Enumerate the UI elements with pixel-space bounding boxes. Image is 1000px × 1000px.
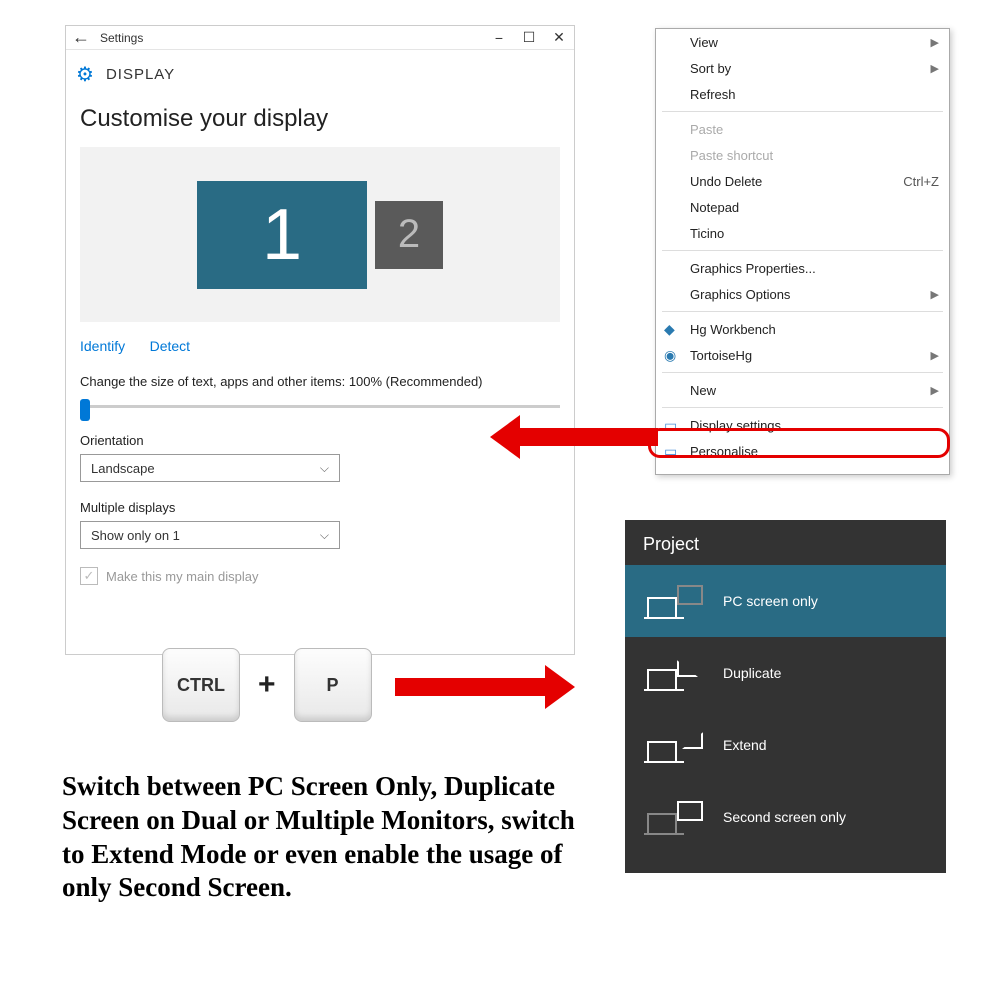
slider-track bbox=[80, 405, 560, 408]
scale-label: Change the size of text, apps and other … bbox=[80, 374, 560, 389]
project-option-label: Second screen only bbox=[723, 809, 846, 825]
context-menu-item: Paste shortcut bbox=[656, 142, 949, 168]
arrow-right-icon bbox=[395, 665, 575, 709]
context-item-label: Paste shortcut bbox=[690, 148, 773, 163]
keyboard-shortcut: CTRL + P bbox=[162, 648, 372, 722]
project-option-label: Duplicate bbox=[723, 665, 781, 681]
project-panel: Project PC screen only Duplicate Extend Sec… bbox=[625, 520, 946, 873]
monitor-2[interactable]: 2 bbox=[375, 201, 443, 269]
context-menu-item[interactable]: ◆ Hg Workbench bbox=[656, 316, 949, 342]
gear-icon: ⚙ bbox=[76, 62, 94, 87]
window-title: Settings bbox=[96, 31, 484, 45]
scale-slider[interactable] bbox=[80, 397, 560, 415]
key-p: P bbox=[294, 648, 372, 722]
project-option[interactable]: Second screen only bbox=[625, 781, 946, 853]
context-item-label: Refresh bbox=[690, 87, 736, 102]
context-item-label: Sort by bbox=[690, 61, 731, 76]
monitor-links: Identify Detect bbox=[80, 338, 560, 356]
context-menu-item: Paste bbox=[656, 116, 949, 142]
project-mode-icon bbox=[647, 585, 703, 617]
context-item-label: Undo Delete bbox=[690, 174, 762, 189]
separator bbox=[662, 111, 943, 112]
back-button[interactable]: ← bbox=[66, 27, 96, 48]
close-button[interactable]: ✕ bbox=[544, 29, 574, 46]
context-item-label: New bbox=[690, 383, 716, 398]
project-mode-icon bbox=[647, 801, 703, 833]
project-option[interactable]: Extend bbox=[625, 709, 946, 781]
page-header: ⚙ DISPLAY bbox=[66, 50, 574, 105]
context-menu: View ▶ Sort by ▶ Refresh Paste Paste shortcut U… bbox=[655, 28, 950, 475]
orientation-label: Orientation bbox=[80, 433, 560, 448]
context-menu-item[interactable]: View ▶ bbox=[656, 29, 949, 55]
tiny-icon-blue-icon: ◉ bbox=[664, 347, 676, 364]
separator bbox=[662, 250, 943, 251]
settings-body: Customise your display 1 2 Identify Dete… bbox=[66, 105, 574, 599]
project-option-label: Extend bbox=[723, 737, 767, 753]
chevron-down-icon: ⌵ bbox=[320, 528, 329, 543]
submenu-arrow-icon: ▶ bbox=[931, 384, 939, 397]
main-display-label: Make this my main display bbox=[106, 569, 258, 584]
identify-link[interactable]: Identify bbox=[80, 338, 125, 354]
separator bbox=[662, 372, 943, 373]
project-mode-icon bbox=[647, 729, 703, 761]
project-mode-icon bbox=[647, 657, 703, 689]
orientation-select[interactable]: Landscape ⌵ bbox=[80, 454, 340, 482]
titlebar: ← Settings − ☐ ✕ bbox=[66, 26, 574, 50]
orientation-value: Landscape bbox=[91, 461, 155, 476]
context-item-label: Graphics Options bbox=[690, 287, 790, 302]
main-display-row: ✓ Make this my main display bbox=[80, 567, 560, 585]
page-title: DISPLAY bbox=[106, 66, 175, 83]
context-item-label: Hg Workbench bbox=[690, 322, 776, 337]
submenu-arrow-icon: ▶ bbox=[931, 36, 939, 49]
settings-window: ← Settings − ☐ ✕ ⚙ DISPLAY Customise you… bbox=[65, 25, 575, 655]
context-item-label: Notepad bbox=[690, 200, 739, 215]
monitor-1[interactable]: 1 bbox=[197, 181, 367, 289]
detect-link[interactable]: Detect bbox=[150, 338, 190, 354]
context-menu-item[interactable]: Undo Delete Ctrl+Z bbox=[656, 168, 949, 194]
arrow-left-icon bbox=[490, 415, 660, 459]
context-menu-item[interactable]: New ▶ bbox=[656, 377, 949, 403]
chevron-down-icon: ⌵ bbox=[320, 461, 329, 476]
plus-icon: + bbox=[258, 668, 276, 702]
context-menu-item[interactable]: Graphics Properties... bbox=[656, 255, 949, 281]
context-item-label: Ticino bbox=[690, 226, 724, 241]
context-menu-item[interactable]: Refresh bbox=[656, 81, 949, 107]
context-menu-item[interactable]: Notepad bbox=[656, 194, 949, 220]
caption-text: Switch between PC Screen Only, Duplicate… bbox=[62, 770, 582, 905]
submenu-arrow-icon: ▶ bbox=[931, 62, 939, 75]
multiple-displays-label: Multiple displays bbox=[80, 500, 560, 515]
tiny-icon-blue-icon: ◆ bbox=[664, 321, 675, 338]
separator bbox=[662, 311, 943, 312]
context-menu-item[interactable]: ◉ TortoiseHg ▶ bbox=[656, 342, 949, 368]
context-item-label: Paste bbox=[690, 122, 723, 137]
project-option[interactable]: PC screen only bbox=[625, 565, 946, 637]
slider-thumb[interactable] bbox=[80, 399, 90, 421]
key-ctrl: CTRL bbox=[162, 648, 240, 722]
context-item-label: Graphics Properties... bbox=[690, 261, 816, 276]
highlight-ring bbox=[648, 428, 950, 458]
separator bbox=[662, 407, 943, 408]
context-item-label: TortoiseHg bbox=[690, 348, 752, 363]
minimize-button[interactable]: − bbox=[484, 30, 514, 46]
section-title: Customise your display bbox=[80, 105, 560, 133]
shortcut-label: Ctrl+Z bbox=[903, 174, 939, 189]
main-display-checkbox[interactable]: ✓ bbox=[80, 567, 98, 585]
project-option-label: PC screen only bbox=[723, 593, 818, 609]
context-item-label: View bbox=[690, 35, 718, 50]
project-title: Project bbox=[625, 520, 946, 565]
context-menu-item[interactable]: Sort by ▶ bbox=[656, 55, 949, 81]
maximize-button[interactable]: ☐ bbox=[514, 29, 544, 46]
multiple-displays-value: Show only on 1 bbox=[91, 528, 180, 543]
project-option[interactable]: Duplicate bbox=[625, 637, 946, 709]
context-menu-item[interactable]: Ticino bbox=[656, 220, 949, 246]
monitor-layout[interactable]: 1 2 bbox=[80, 147, 560, 322]
context-menu-item[interactable]: Graphics Options ▶ bbox=[656, 281, 949, 307]
submenu-arrow-icon: ▶ bbox=[931, 288, 939, 301]
submenu-arrow-icon: ▶ bbox=[931, 349, 939, 362]
multiple-displays-select[interactable]: Show only on 1 ⌵ bbox=[80, 521, 340, 549]
